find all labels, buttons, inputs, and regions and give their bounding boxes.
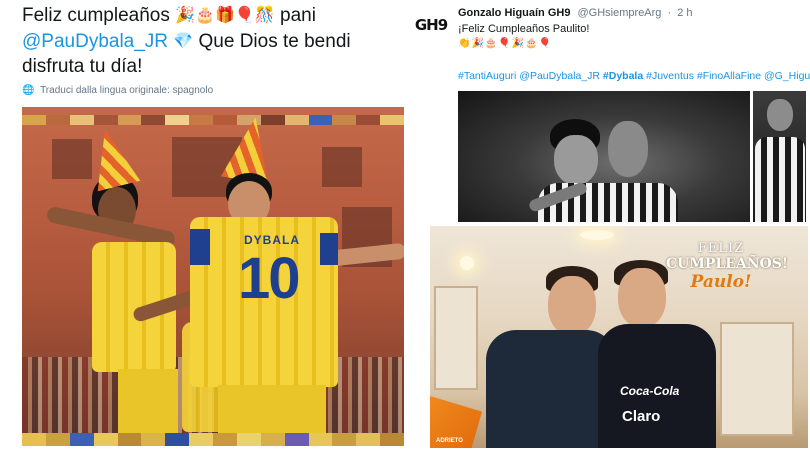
hashtag-links[interactable]: #TantiAuguri @PauDybala_JR: [458, 70, 603, 82]
tweet-photo-bw-hug[interactable]: [458, 91, 750, 222]
bw-side-face: [767, 99, 793, 131]
tweet-line-1: Feliz cumpleaños 🎉🎂🎁🎈🎊 pani: [22, 2, 316, 29]
tweet-text-blessing: Que Dios te bendi: [198, 31, 351, 52]
tweet-line-2: @PauDybala_JR 💎 Que Dios te bendi: [22, 28, 351, 55]
author-handle[interactable]: @GHsiempreArg: [578, 7, 662, 19]
party-hat-left: [84, 125, 141, 192]
jacket-sponsor-1: Coca-Cola: [620, 384, 680, 398]
author-name[interactable]: Gonzalo Higuaín GH9: [458, 7, 570, 19]
celebration-emoji-icons: 👏🎉🎂🎈🎉🎂🎈: [458, 38, 553, 49]
tweet-text-suffix: pani: [280, 5, 316, 26]
birthday-overlay-title: FELIZ CUMPLEAÑOS! Paulo!: [666, 241, 789, 292]
tweet-line-3: disfruta tu día!: [22, 56, 143, 77]
overlay-line-2: CUMPLEAÑOS!: [666, 256, 789, 272]
tweet-photo-selfie[interactable]: FELIZ CUMPLEAÑOS! Paulo! Coca-Cola Claro…: [430, 226, 808, 448]
tweet-header: Gonzalo Higuaín GH9 @GHsiempreArg · 2 h: [458, 7, 693, 19]
bw-side-jersey: [755, 137, 805, 222]
header-separator: ·: [667, 7, 672, 19]
man-left-face: [548, 276, 596, 336]
ceiling-light: [580, 230, 614, 240]
pixel-strip-top: [22, 115, 404, 125]
pixel-strip-bottom: [22, 433, 404, 446]
background-shelf: [720, 322, 794, 436]
player-left-shorts: [118, 369, 178, 439]
tweet-photo-players[interactable]: DYBALA 10: [22, 107, 404, 446]
jersey-sleeve-right: [320, 233, 338, 265]
stadium-window: [52, 139, 92, 179]
mention-link[interactable]: @PauDybala_JR: [22, 31, 168, 52]
man-left-shirt: [486, 330, 616, 448]
logo-badge-text: ADRIETO: [436, 438, 463, 444]
jersey-sleeve-left: [190, 229, 210, 265]
tweet-body-text: ¡Feliz Cumpleaños Paulito!: [458, 23, 590, 35]
jacket-sponsor-2: Claro: [622, 408, 661, 425]
tweet-timestamp[interactable]: 2 h: [677, 7, 692, 19]
hashtag-links-more[interactable]: #Juventus #FinoAllaFine @G_Higu: [643, 70, 810, 82]
channel-logo-badge: ADRIETO: [430, 396, 482, 448]
right-tweet: GH9 Gonzalo Higuaín GH9 @GHsiempreArg · …: [414, 0, 810, 450]
wall-light: [460, 256, 474, 270]
bw-player-face-2: [608, 121, 648, 177]
stadium-window: [322, 147, 362, 187]
translation-note[interactable]: 🌐 Traduci dalla lingua originale: spagno…: [22, 85, 213, 96]
party-emoji-icons: 🎉🎂🎁🎈🎊: [175, 5, 275, 24]
jersey-number-text: 10: [238, 246, 300, 311]
overlay-line-1: FELIZ: [697, 241, 745, 256]
overlay-line-3: Paulo!: [690, 272, 752, 292]
man-right-face: [618, 268, 666, 328]
author-avatar[interactable]: GH9: [415, 12, 448, 38]
tweet-photo-bw-side[interactable]: [753, 91, 806, 222]
gem-emoji-icon: 💎: [173, 31, 194, 50]
background-door: [434, 286, 478, 390]
hashtag-dybala[interactable]: #Dybala: [603, 70, 643, 82]
bw-player-face: [554, 135, 598, 185]
left-tweet: Feliz cumpleaños 🎉🎂🎁🎈🎊 pani @PauDybala_J…: [0, 0, 414, 450]
translation-label: Traduci dalla lingua originale: spagnolo: [40, 85, 214, 96]
tweet-text-greeting: Feliz cumpleaños: [22, 5, 170, 26]
hashtag-row: #TantiAuguri @PauDybala_JR #Dybala #Juve…: [458, 70, 810, 82]
globe-icon: 🌐: [22, 85, 35, 96]
